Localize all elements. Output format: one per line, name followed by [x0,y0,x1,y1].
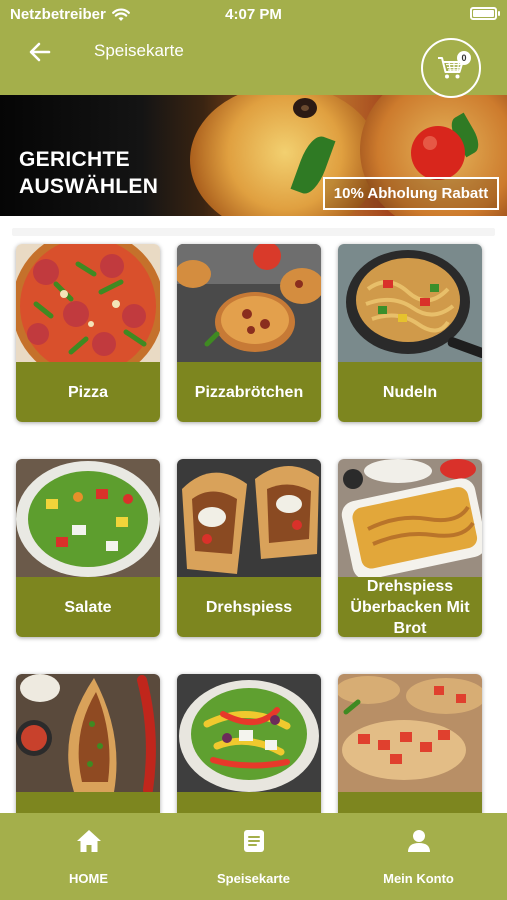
user-icon [404,826,433,855]
clock: 4:07 PM [225,6,282,23]
noodles-image [338,244,482,362]
banner-title-line1: GERICHTE [19,148,130,171]
banner-olive [293,98,317,118]
battery-icon [470,7,500,20]
category-card-drehspiess-ueberbacken[interactable]: Drehspiess Überbacken Mit Brot [338,459,482,637]
menu-document-icon [239,826,268,855]
category-card-pizzabroetchen[interactable]: Pizzabrötchen [177,244,321,422]
category-label: Nudeln [338,362,482,422]
bottom-tab-bar: HOME Speisekarte Mein Konto [0,813,507,900]
home-icon [74,826,103,855]
category-card-drehspiess[interactable]: Drehspiess [177,459,321,637]
category-label: Drehspiess [177,577,321,637]
tab-home-label: HOME [69,871,108,886]
pide-image [16,674,160,792]
baked-doner-image [338,459,482,577]
category-label: Salate [16,577,160,637]
category-label [16,792,160,813]
pizza-image [16,244,160,362]
category-label: Drehspiess Überbacken Mit Brot [338,577,482,637]
banner-tomato [411,126,465,180]
tab-speisekarte-label: Speisekarte [217,871,290,886]
category-card-nudeln[interactable]: Nudeln [338,244,482,422]
cart-button[interactable]: 0 [421,38,481,98]
category-label [338,792,482,813]
discount-badge: 10% Abholung Rabatt [323,177,499,210]
salad-image [16,459,160,577]
banner-title-line2: AUSWÄHLEN [19,175,159,198]
tab-mein-konto-label: Mein Konto [383,871,454,886]
category-grid: Pizza Pizzabrötchen Nudeln Salate Drehsp… [0,216,507,813]
banner-title: GERICHTE AUSWÄHLEN [19,146,158,200]
category-card-salad-bowl[interactable] [177,674,321,813]
category-label: Pizza [16,362,160,422]
salad-bowl-image [177,674,321,792]
back-button[interactable] [24,36,56,68]
arrow-left-icon [29,42,51,62]
cart-count-badge: 0 [457,51,471,65]
status-bar: Netzbetreiber 4:07 PM [0,0,507,28]
tab-mein-konto[interactable]: Mein Konto [334,813,503,900]
grid-top-divider [12,228,495,236]
bruschetta-image [338,674,482,792]
pizza-rolls-image [177,244,321,362]
page-title: Speisekarte [94,41,184,60]
category-card-pide[interactable] [16,674,160,813]
category-card-bruschetta[interactable] [338,674,482,813]
category-label [177,792,321,813]
tab-speisekarte[interactable]: Speisekarte [169,813,338,900]
tab-home[interactable]: HOME [4,813,173,900]
category-label: Pizzabrötchen [177,362,321,422]
category-card-salate[interactable]: Salate [16,459,160,637]
doner-image [177,459,321,577]
category-card-pizza[interactable]: Pizza [16,244,160,422]
